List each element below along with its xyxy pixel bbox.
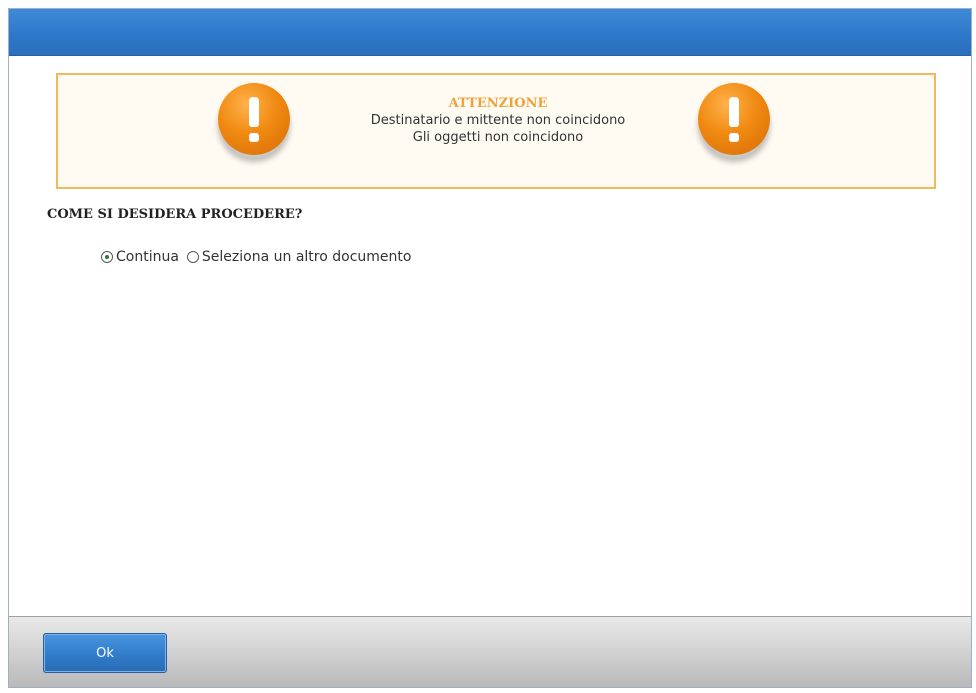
warning-alert-box: ATTENZIONE Destinatario e mittente non c… — [56, 73, 936, 189]
dialog-footer: Ok — [9, 616, 971, 687]
alert-line-sender: Destinatario e mittente non coincidono — [370, 113, 626, 128]
option-continua[interactable]: Continua — [101, 249, 179, 265]
warning-exclamation-icon — [698, 83, 770, 155]
question-heading: COME SI DESIDERA PROCEDERE? — [47, 207, 303, 222]
alert-title: ATTENZIONE — [448, 96, 548, 111]
radio-continua[interactable] — [101, 251, 113, 263]
option-seleziona-altro-documento[interactable]: Seleziona un altro documento — [186, 249, 412, 265]
dialog-titlebar[interactable] — [9, 9, 971, 56]
warning-exclamation-icon — [218, 83, 290, 155]
option-continua-label[interactable]: Continua — [116, 249, 179, 265]
radio-seleziona-altro-documento[interactable] — [186, 251, 199, 263]
alert-message: ATTENZIONE Destinatario e mittente non c… — [308, 95, 688, 146]
dialog-window: ATTENZIONE Destinatario e mittente non c… — [8, 8, 972, 688]
option-seleziona-label[interactable]: Seleziona un altro documento — [202, 249, 412, 265]
ok-button[interactable]: Ok — [43, 633, 167, 673]
procedure-options: Continua Seleziona un altro documento — [101, 249, 419, 265]
alert-line-objects: Gli oggetti non coincidono — [412, 130, 584, 145]
